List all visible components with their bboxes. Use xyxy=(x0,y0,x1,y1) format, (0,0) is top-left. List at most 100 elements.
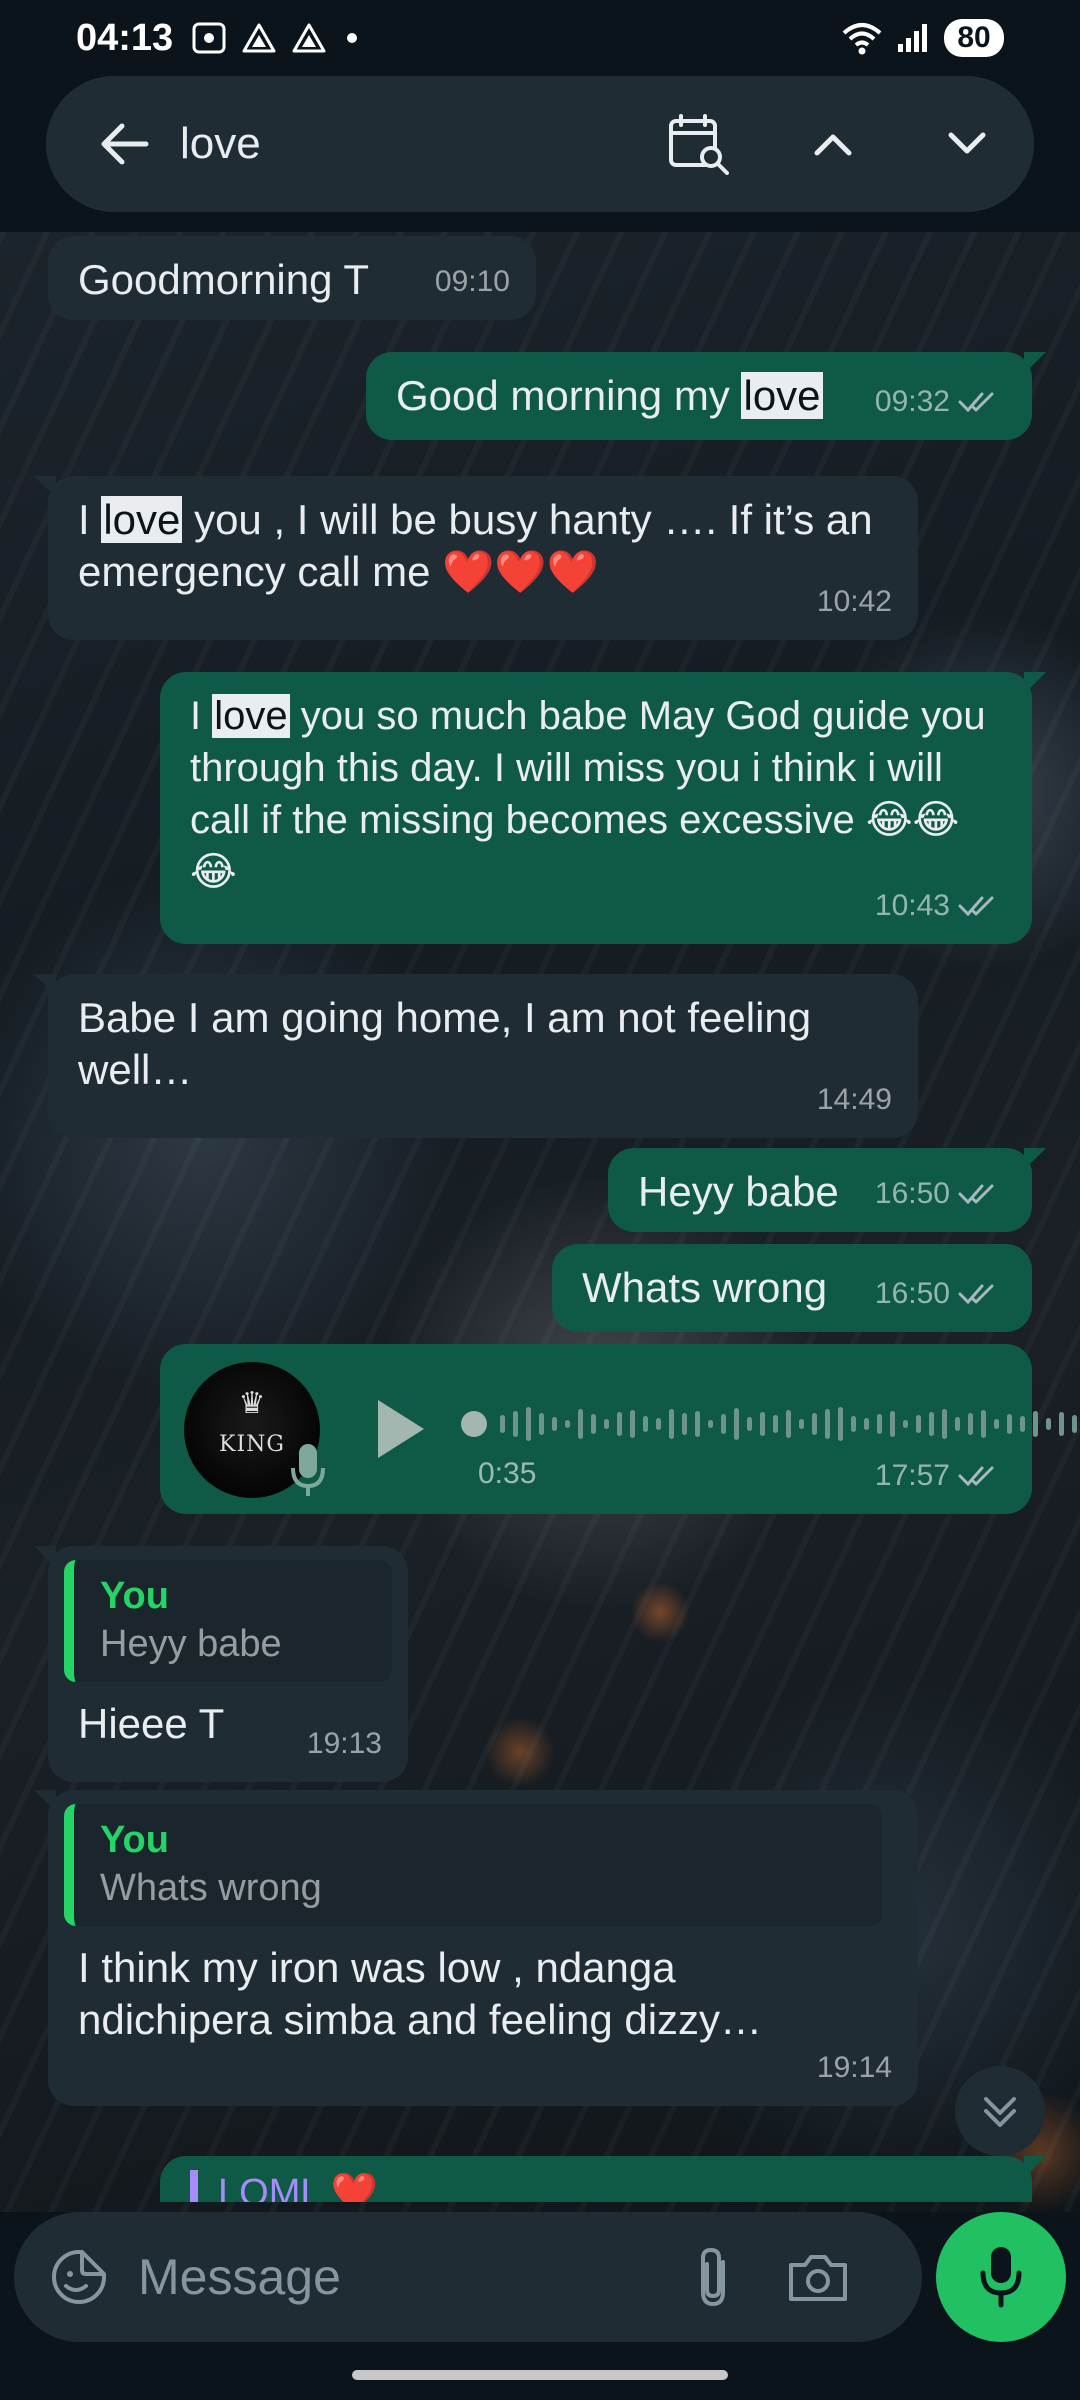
message-incoming[interactable]: Goodmorning T 09:10 xyxy=(48,236,536,320)
status-bar: 04:13 80 xyxy=(0,0,1080,76)
message-outgoing[interactable]: Whats wrong 16:50 xyxy=(552,1244,1032,1332)
signal-icon xyxy=(898,24,927,52)
message-time: 16:50 xyxy=(874,1177,950,1210)
message-meta: 09:32 xyxy=(875,376,1006,428)
message-input[interactable] xyxy=(138,2248,658,2306)
waveform-bar xyxy=(656,1418,661,1430)
waveform-bar xyxy=(851,1416,856,1432)
message-outgoing[interactable]: Heyy babe 16:50 xyxy=(608,1148,1046,1232)
waveform-bar xyxy=(760,1412,765,1436)
message-outgoing[interactable]: I love you so much babe May God guide yo… xyxy=(160,672,1046,944)
paperclip-icon xyxy=(701,2247,725,2307)
message-text-part: you so much babe May God guide you throu… xyxy=(190,694,986,894)
message-text: Goodmorning T xyxy=(78,256,370,303)
quote-author: You xyxy=(100,1819,169,1861)
quote-author: You xyxy=(100,1575,169,1617)
attach-button[interactable] xyxy=(678,2237,748,2317)
wifi-icon xyxy=(842,23,882,55)
message-time: 10:43 xyxy=(874,889,950,922)
reply-message-incoming[interactable]: You Heyy babe Hieee T 19:13 xyxy=(34,1546,408,1782)
camera-icon xyxy=(789,2255,847,2301)
audio-waveform[interactable] xyxy=(460,1394,1080,1454)
waveform-bar xyxy=(578,1409,583,1439)
waveform-bar xyxy=(565,1420,570,1428)
message-meta: 17:57 xyxy=(875,1450,1006,1502)
voice-record-button[interactable] xyxy=(936,2212,1066,2342)
waveform-bar xyxy=(955,1417,960,1431)
search-header: love xyxy=(0,76,1080,232)
waveform-bar xyxy=(1059,1412,1064,1436)
message-incoming[interactable]: I love you , I will be busy hanty …. If … xyxy=(34,476,918,640)
microphone-icon xyxy=(291,1444,325,1496)
drive-icon-2 xyxy=(292,23,326,53)
search-highlight: love xyxy=(101,496,183,543)
double-check-icon xyxy=(958,1284,994,1305)
reply-message-incoming[interactable]: You Whats wrong I think my iron was low … xyxy=(34,1790,918,2106)
waveform-bar xyxy=(747,1417,752,1431)
message-meta: 10:43 xyxy=(875,880,1006,932)
sticker-button[interactable] xyxy=(44,2242,114,2312)
message-incoming[interactable]: Babe I am going home, I am not feeling w… xyxy=(34,974,918,1138)
message-composer xyxy=(0,2212,1080,2344)
chevron-up-icon xyxy=(814,134,852,156)
scroll-to-bottom-button[interactable] xyxy=(955,2066,1045,2156)
message-time: 10:42 xyxy=(816,585,892,618)
message-meta: 10:42 xyxy=(817,576,892,628)
waveform-bar xyxy=(669,1409,674,1439)
camera-button[interactable] xyxy=(778,2237,858,2317)
message-time: 17:57 xyxy=(874,1459,950,1492)
quote-text: LOML ❤️ xyxy=(218,2172,378,2202)
waveform-bar xyxy=(643,1416,648,1432)
waveform-bar xyxy=(838,1407,843,1441)
waveform-bar xyxy=(734,1408,739,1440)
double-check-icon xyxy=(958,1466,994,1487)
message-outgoing[interactable]: Good morning my love 09:32 xyxy=(366,352,1046,440)
waveform-bar xyxy=(513,1411,518,1437)
chat-messages[interactable]: Goodmorning T 09:10 Good morning my love… xyxy=(0,232,1080,2202)
next-result-button[interactable] xyxy=(922,99,1012,189)
quoted-message[interactable]: You Whats wrong xyxy=(64,1804,882,1926)
waveform-bar xyxy=(890,1411,895,1437)
message-text: I love you so much babe May God guide yo… xyxy=(190,694,986,894)
voice-message[interactable]: ♛ KING 0:35 17:57 xyxy=(160,1344,1077,1514)
voice-duration: 0:35 xyxy=(478,1457,537,1490)
search-highlight: love xyxy=(212,694,290,738)
waveform-bar xyxy=(1007,1414,1012,1434)
message-meta: 19:14 xyxy=(817,2042,892,2094)
waveform-bar xyxy=(552,1417,557,1431)
screenshot-icon xyxy=(192,22,226,54)
quoted-message[interactable]: You Heyy babe xyxy=(64,1560,392,1682)
play-icon[interactable] xyxy=(370,1394,430,1464)
double-check-icon xyxy=(958,392,994,413)
sticker-icon xyxy=(52,2250,106,2304)
message-text: Babe I am going home, I am not feeling w… xyxy=(78,994,812,1093)
message-outgoing[interactable]: LOML ❤️ xyxy=(160,2156,1046,2202)
home-indicator[interactable] xyxy=(352,2370,728,2380)
search-highlight: love xyxy=(741,372,823,419)
double-check-icon xyxy=(958,896,994,917)
waveform-bar xyxy=(994,1419,999,1429)
message-text: Hieee T xyxy=(78,1700,225,1747)
microphone-icon xyxy=(980,2247,1022,2308)
message-text: Good morning my love xyxy=(396,372,823,419)
calendar-search-icon xyxy=(669,114,729,175)
message-meta: 16:50 xyxy=(875,1168,1006,1220)
double-check-icon xyxy=(958,1184,994,1205)
message-text: I think my iron was low , ndanga ndichip… xyxy=(78,1944,763,2043)
waveform-bar xyxy=(981,1410,986,1438)
waveform-bar xyxy=(916,1415,921,1433)
message-text: Whats wrong xyxy=(582,1264,828,1311)
message-meta: 14:49 xyxy=(817,1074,892,1126)
battery-indicator: 80 xyxy=(944,19,1004,57)
status-right: 80 xyxy=(842,19,1004,57)
status-time: 04:13 xyxy=(76,16,174,59)
waveform-bar xyxy=(591,1414,596,1434)
search-by-date-button[interactable] xyxy=(654,99,744,189)
waveform-bar xyxy=(968,1413,973,1435)
notification-icons xyxy=(191,21,358,55)
search-input[interactable]: love xyxy=(180,119,654,169)
quoted-message[interactable]: LOML ❤️ xyxy=(190,2170,1002,2202)
previous-result-button[interactable] xyxy=(788,99,878,189)
back-button[interactable] xyxy=(84,104,164,184)
waveform-bar xyxy=(708,1420,713,1428)
